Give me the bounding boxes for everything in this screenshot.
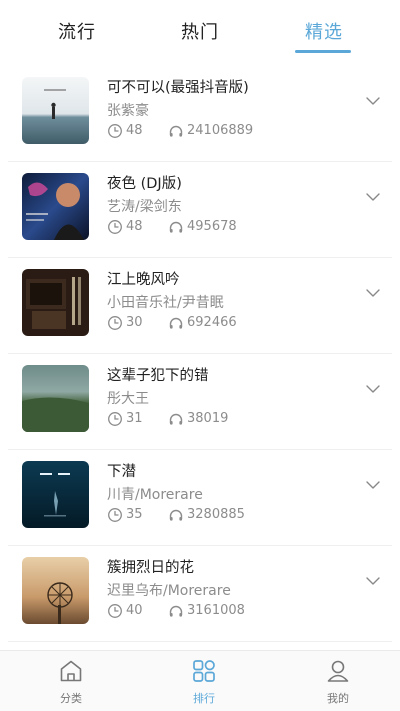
album-cover (22, 269, 89, 336)
song-play-count: 3280885 (187, 507, 245, 522)
headphones-icon (169, 317, 183, 329)
headphones-icon (169, 125, 183, 137)
song-artist: 彤大王 (107, 391, 149, 407)
album-cover (22, 461, 89, 528)
nav-label: 排行 (193, 692, 215, 705)
song-artist: 艺涛/梁剑东 (107, 199, 182, 215)
song-title: 这辈子犯下的错 (107, 368, 209, 384)
song-row[interactable]: 下潜 川青/Morerare 35 3280885 (0, 450, 400, 546)
song-row[interactable]: 可不可以(最强抖音版) 张紫豪 48 24106889 (0, 66, 400, 162)
song-title: 江上晚风吟 (107, 272, 180, 288)
song-play-count: 38019 (187, 411, 229, 426)
chevron-down-icon[interactable] (365, 191, 381, 203)
tab-selected[interactable]: 精选 (305, 18, 343, 44)
row-divider (8, 641, 392, 642)
nav-label: 我的 (327, 692, 349, 705)
bottom-nav: 分类 排行 我的 (0, 650, 400, 711)
headphones-icon (169, 509, 183, 521)
song-duration: 30 (126, 315, 143, 330)
chevron-down-icon[interactable] (365, 383, 381, 395)
nav-label: 分类 (60, 692, 82, 705)
headphones-icon (169, 605, 183, 617)
clock-icon (108, 220, 122, 234)
clock-icon (108, 124, 122, 138)
song-title: 夜色 (DJ版) (107, 176, 182, 192)
album-cover (22, 77, 89, 144)
active-tab-indicator (295, 50, 351, 53)
song-play-count: 495678 (187, 219, 237, 234)
nav-item-mine[interactable]: 我的 (298, 651, 378, 711)
song-play-count: 692466 (187, 315, 237, 330)
song-row[interactable]: 夜色 (DJ版) 艺涛/梁剑东 48 495678 (0, 162, 400, 258)
song-title: 簇拥烈日的花 (107, 560, 194, 576)
song-duration: 31 (126, 411, 143, 426)
song-title: 下潜 (107, 464, 136, 480)
clock-icon (108, 412, 122, 426)
clock-icon (108, 508, 122, 522)
chevron-down-icon[interactable] (365, 575, 381, 587)
album-cover (22, 557, 89, 624)
tab-popular[interactable]: 流行 (58, 18, 96, 44)
nav-item-ranking[interactable]: 排行 (164, 651, 244, 711)
song-row[interactable]: 这辈子犯下的错 彤大王 31 38019 (0, 354, 400, 450)
headphones-icon (169, 221, 183, 233)
song-duration: 48 (126, 219, 143, 234)
song-list[interactable]: 可不可以(最强抖音版) 张紫豪 48 24106889 夜色 (DJ版) 艺涛/… (0, 66, 400, 650)
top-tab-bar: 流行 热门 精选 (0, 0, 400, 66)
chevron-down-icon[interactable] (365, 287, 381, 299)
chevron-down-icon[interactable] (365, 479, 381, 491)
song-duration: 35 (126, 507, 143, 522)
song-play-count: 3161008 (187, 603, 245, 618)
clock-icon (108, 604, 122, 618)
headphones-icon (169, 413, 183, 425)
song-row[interactable]: 江上晚风吟 小田音乐社/尹昔眠 30 692466 (0, 258, 400, 354)
song-play-count: 24106889 (187, 123, 254, 138)
home-icon (60, 660, 82, 682)
song-artist: 小田音乐社/尹昔眠 (107, 295, 224, 311)
clock-icon (108, 316, 122, 330)
tab-hot[interactable]: 热门 (181, 18, 219, 44)
song-duration: 40 (126, 603, 143, 618)
song-duration: 48 (126, 123, 143, 138)
song-artist: 迟里乌布/Morerare (107, 583, 231, 599)
song-row[interactable]: 簇拥烈日的花 迟里乌布/Morerare 40 3161008 (0, 546, 400, 642)
grid-icon (193, 660, 215, 682)
song-artist: 张紫豪 (107, 103, 149, 119)
chevron-down-icon[interactable] (365, 95, 381, 107)
user-icon (327, 660, 349, 682)
song-artist: 川青/Morerare (107, 487, 203, 503)
song-title: 可不可以(最强抖音版) (107, 80, 249, 96)
album-cover (22, 365, 89, 432)
album-cover (22, 173, 89, 240)
nav-item-category[interactable]: 分类 (31, 651, 111, 711)
